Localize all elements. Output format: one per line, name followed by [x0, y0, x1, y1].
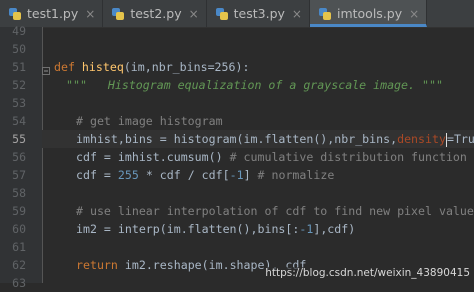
- code-text: * cdf / cdf[: [138, 168, 230, 182]
- line-number: 51: [12, 60, 26, 74]
- comment: # get image histogram: [76, 114, 223, 128]
- watermark-url: https://blog.csdn.net/weixin_43890415: [265, 267, 470, 279]
- line-number: 52: [12, 78, 26, 92]
- comment: # normalize: [257, 168, 335, 182]
- python-file-icon: [111, 7, 125, 21]
- line-number: 62: [12, 258, 26, 272]
- tab-imtools[interactable]: imtools.py ×: [309, 0, 428, 27]
- close-icon[interactable]: ×: [189, 7, 199, 21]
- code-text: im2 = interp(im.flatten(),bins[:: [76, 222, 300, 236]
- line-number: 54: [12, 114, 26, 128]
- number-literal: -1: [299, 222, 314, 236]
- code-line-56: cdf = imhist.cumsum() # cumulative distr…: [42, 148, 474, 166]
- python-file-icon: [318, 7, 332, 21]
- code-text: cdf =: [76, 168, 118, 182]
- line-number: 61: [12, 240, 26, 254]
- code-editor[interactable]: def histeq(im,nbr_bins=256): """ Histogr…: [42, 27, 474, 283]
- param-name: density: [397, 132, 446, 146]
- editor-tab-bar: test1.py × test2.py × test3.py × imtools…: [0, 0, 474, 28]
- code-line-59: # use linear interpolation of cdf to fin…: [42, 202, 474, 220]
- code-line-57: cdf = 255 * cdf / cdf[-1] # normalize: [42, 166, 474, 184]
- tab-label: test3.py: [233, 6, 285, 21]
- function-name: histeq: [81, 60, 124, 74]
- line-number: 59: [12, 204, 26, 218]
- tab-test2[interactable]: test2.py ×: [103, 0, 207, 27]
- comment: # cumulative distribution function: [229, 150, 467, 164]
- line-number: 50: [12, 42, 26, 56]
- line-number: 60: [12, 222, 26, 236]
- code-line-51: def histeq(im,nbr_bins=256):: [42, 58, 474, 76]
- code-line-55: imhist,bins = histogram(im.flatten(),nbr…: [42, 130, 474, 148]
- code-text: ],cdf): [313, 222, 356, 236]
- code-line-54: # get image histogram: [42, 112, 474, 130]
- close-icon[interactable]: ×: [85, 7, 95, 21]
- comment: # use linear interpolation of cdf to fin…: [76, 204, 474, 218]
- tab-label: test1.py: [27, 6, 79, 21]
- tab-test3[interactable]: test3.py ×: [207, 0, 310, 27]
- line-number: 49: [12, 24, 26, 38]
- line-number-current: 55: [12, 132, 26, 146]
- line-number: 56: [12, 150, 26, 164]
- code-line-52: """ Histogram equalization of a grayscal…: [42, 76, 474, 94]
- line-number: 63: [12, 276, 26, 290]
- python-file-icon: [215, 7, 229, 21]
- code-line-60: im2 = interp(im.flatten(),bins[:-1],cdf): [42, 220, 474, 238]
- tab-label: test2.py: [130, 6, 182, 21]
- line-number: 58: [12, 186, 26, 200]
- docstring: """ Histogram equalization of a grayscal…: [66, 78, 443, 92]
- line-number: 57: [12, 168, 26, 182]
- number-literal: -1: [229, 168, 244, 182]
- line-number: 53: [12, 96, 26, 110]
- keyword-return: return: [76, 258, 125, 272]
- code-text: imhist,bins = histogram(im.flatten(),nbr…: [76, 132, 398, 146]
- code-text: (im,nbr_bins=256):: [123, 60, 250, 74]
- code-text: ]: [243, 168, 258, 182]
- tab-label: imtools.py: [336, 6, 403, 21]
- code-text: cdf = imhist.cumsum(): [76, 150, 230, 164]
- close-icon[interactable]: ×: [409, 7, 419, 21]
- keyword-def: def: [54, 60, 82, 74]
- line-number-gutter[interactable]: 49 50 51 52 53 54 55 56 57 58 59 60 61 6…: [0, 24, 43, 290]
- code-text: =True): [446, 132, 474, 146]
- close-icon[interactable]: ×: [292, 7, 302, 21]
- number-literal: 255: [117, 168, 139, 182]
- python-file-icon: [8, 7, 22, 21]
